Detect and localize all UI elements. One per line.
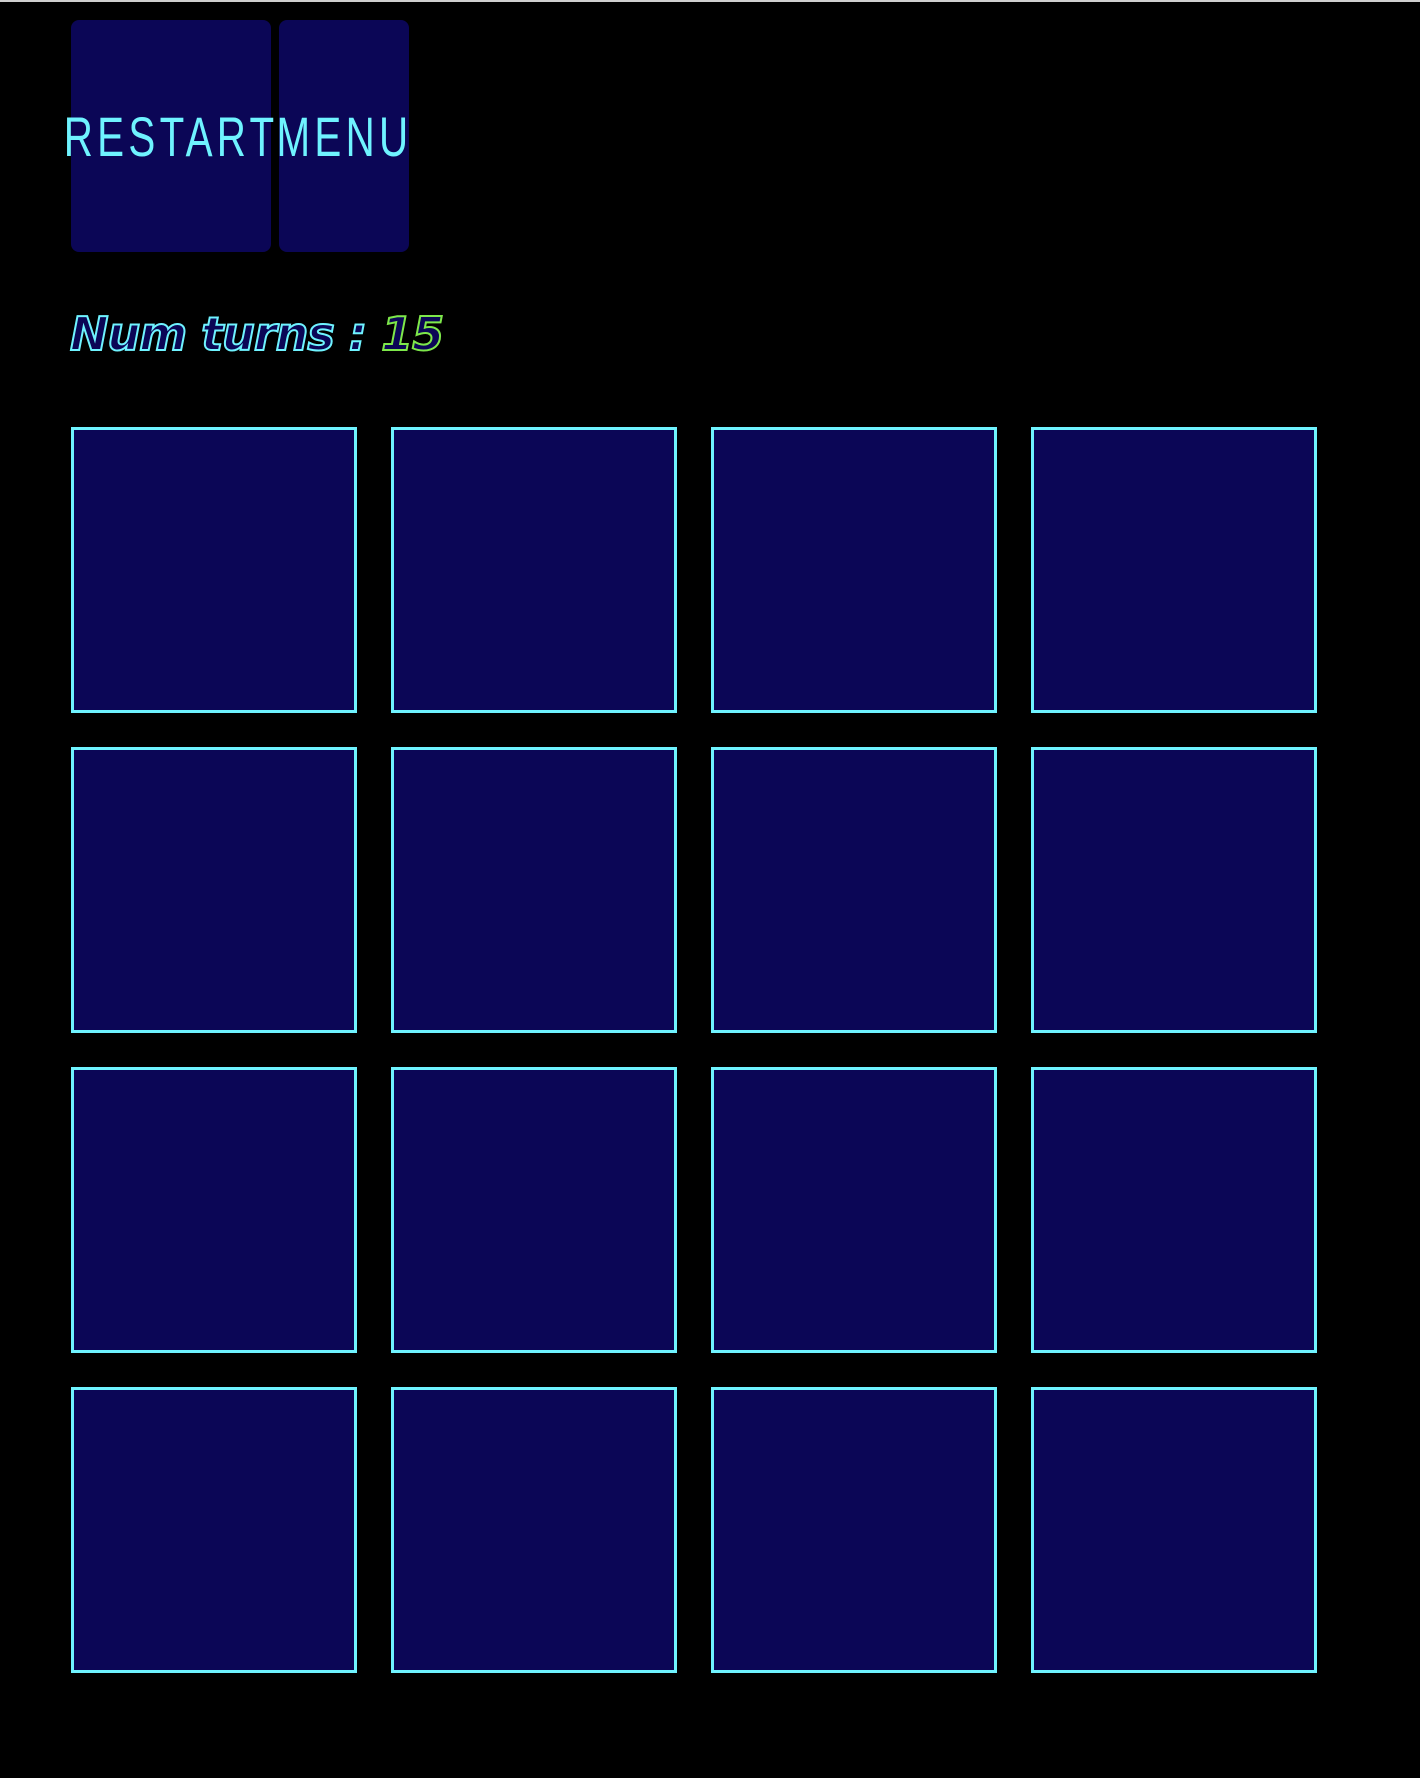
card-r4-c2[interactable] <box>391 1387 677 1673</box>
menu-button[interactable]: MENU <box>276 20 413 252</box>
card-r4-c3[interactable] <box>711 1387 997 1673</box>
restart-button-label: RESTART <box>63 104 279 168</box>
card-r2-c3[interactable] <box>711 747 997 1033</box>
card-r4-c4[interactable] <box>1031 1387 1317 1673</box>
turns-label: Num turns : <box>69 306 368 362</box>
restart-button[interactable]: RESTART <box>64 20 274 252</box>
card-r3-c4[interactable] <box>1031 1067 1317 1353</box>
card-r4-c1[interactable] <box>71 1387 357 1673</box>
card-r3-c1[interactable] <box>71 1067 357 1353</box>
card-grid <box>71 427 1317 1673</box>
card-r3-c2[interactable] <box>391 1067 677 1353</box>
card-r1-c1[interactable] <box>71 427 357 713</box>
turns-count: 15 <box>380 306 445 362</box>
card-r3-c3[interactable] <box>711 1067 997 1353</box>
card-r1-c4[interactable] <box>1031 427 1317 713</box>
card-r1-c2[interactable] <box>391 427 677 713</box>
turn-counter: Num turns : 15 <box>69 306 445 362</box>
card-r1-c3[interactable] <box>711 427 997 713</box>
menu-button-label: MENU <box>276 104 413 168</box>
card-r2-c2[interactable] <box>391 747 677 1033</box>
card-r2-c4[interactable] <box>1031 747 1317 1033</box>
toolbar: RESTART MENU <box>64 20 413 252</box>
card-r2-c1[interactable] <box>71 747 357 1033</box>
